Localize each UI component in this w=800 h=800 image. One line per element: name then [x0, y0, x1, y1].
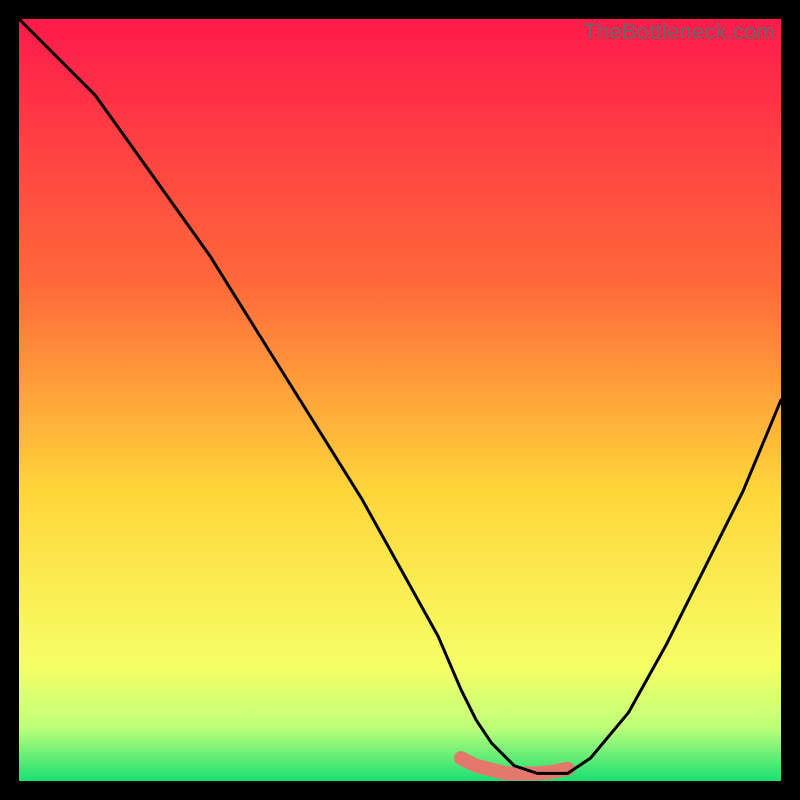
optimal-start-dot: [455, 752, 467, 764]
chart-background: [19, 19, 781, 781]
bottleneck-chart: [19, 19, 781, 781]
chart-frame: TheBottleneck.com: [19, 19, 781, 781]
watermark-text: TheBottleneck.com: [583, 19, 775, 45]
